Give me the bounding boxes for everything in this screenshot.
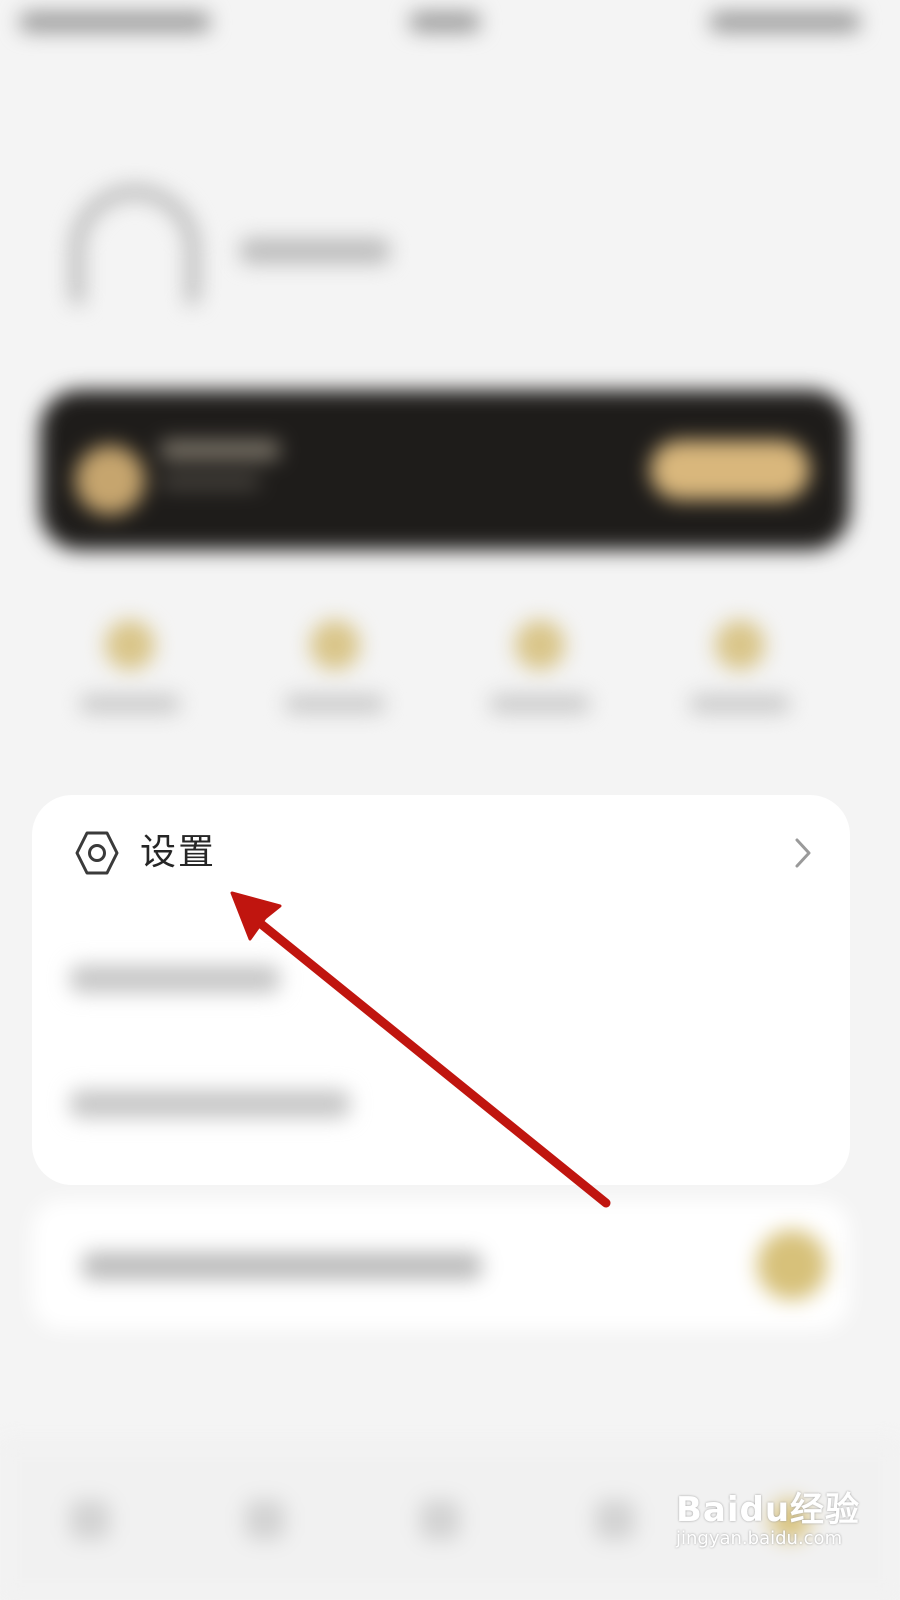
vip-coin-icon xyxy=(75,445,145,515)
status-bar xyxy=(0,0,900,50)
settings-row[interactable]: 设置 xyxy=(32,800,850,905)
tab-2[interactable] xyxy=(245,1500,285,1540)
watermark-url: jingyan.baidu.com xyxy=(676,1528,843,1549)
quick-action-icon xyxy=(515,620,565,670)
quick-action-1[interactable] xyxy=(70,600,190,740)
chevron-right-icon xyxy=(792,836,814,870)
quick-action-icon xyxy=(715,620,765,670)
menu-item-2[interactable] xyxy=(70,965,280,993)
hexagon-gear-icon xyxy=(74,830,120,876)
tab-1[interactable] xyxy=(70,1500,110,1540)
tab-4[interactable] xyxy=(595,1500,635,1540)
baidu-watermark: Baidu经验 jingyan.baidu.com xyxy=(676,1470,876,1580)
quick-action-icon xyxy=(310,620,360,670)
promo-row[interactable] xyxy=(32,1200,850,1330)
quick-action-label xyxy=(490,695,590,713)
quick-action-label xyxy=(285,695,385,713)
status-time xyxy=(410,12,480,32)
quick-action-label xyxy=(80,695,180,713)
watermark-brand: Baidu经验 xyxy=(676,1490,861,1530)
quick-action-icon xyxy=(105,620,155,670)
promo-text xyxy=(82,1252,482,1280)
status-battery xyxy=(710,12,860,32)
promo-icon xyxy=(757,1230,827,1300)
username[interactable] xyxy=(240,238,390,264)
settings-label: 设置 xyxy=(140,832,217,873)
vip-open-button[interactable] xyxy=(650,440,810,500)
quick-action-4[interactable] xyxy=(680,600,800,740)
tab-3[interactable] xyxy=(420,1500,460,1540)
vip-title xyxy=(160,440,280,460)
quick-action-3[interactable] xyxy=(480,600,600,740)
vip-subtitle xyxy=(160,475,260,489)
quick-actions xyxy=(30,600,870,740)
quick-action-label xyxy=(690,695,790,713)
vip-banner[interactable] xyxy=(40,390,850,550)
status-carrier xyxy=(20,12,210,32)
menu-item-3[interactable] xyxy=(70,1090,350,1118)
quick-action-2[interactable] xyxy=(275,600,395,740)
avatar[interactable] xyxy=(70,185,200,305)
